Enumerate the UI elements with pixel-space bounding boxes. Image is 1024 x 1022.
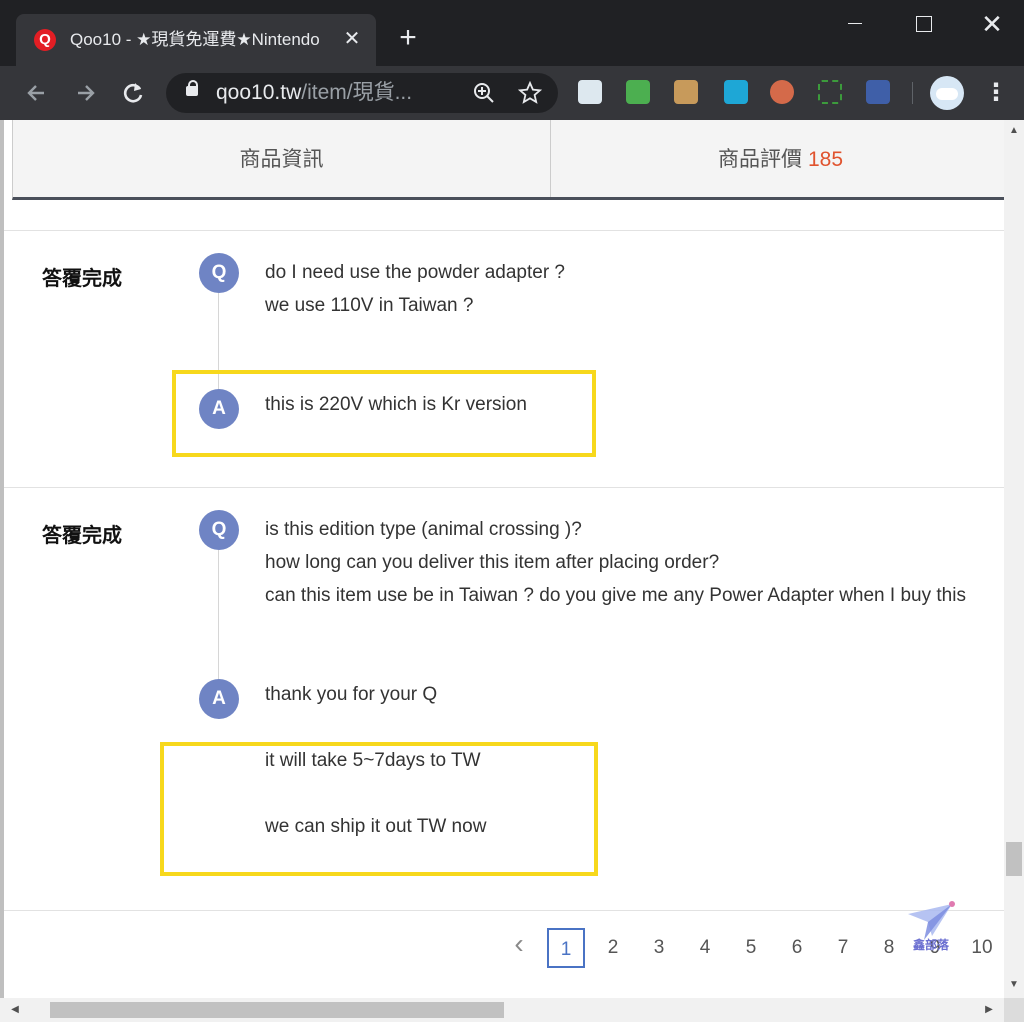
extension-mail-icon[interactable] <box>626 80 650 104</box>
scrollbar-corner <box>1004 998 1024 1022</box>
divider <box>4 230 1004 231</box>
question-line: do I need use the powder adapter ? <box>265 262 566 283</box>
watermark-logo: 鑫部落 <box>900 896 962 958</box>
minimize-button[interactable] <box>840 10 870 40</box>
question-line: is this edition type (animal crossing )? <box>265 519 582 540</box>
question-badge: Q <box>199 253 239 293</box>
qoo10-favicon-icon: Q <box>34 29 56 51</box>
answer-badge: A <box>199 679 239 719</box>
browser-toolbar: qoo10.tw/item/現貨... ⋮ <box>0 66 1024 120</box>
extension-search-icon[interactable] <box>866 80 890 104</box>
tab-product-info[interactable]: 商品資訊 <box>13 120 551 197</box>
divider <box>4 487 1004 488</box>
question-line: can this item use be in Taiwan ? do you … <box>265 585 966 606</box>
star-icon <box>517 80 543 104</box>
page-7-button[interactable]: 7 <box>824 928 862 968</box>
tab-close-icon[interactable]: ✕ <box>342 28 362 50</box>
pagination: ‹ 1 2 3 4 5 6 7 8 9 10 <box>4 918 1004 970</box>
vertical-scroll-thumb[interactable] <box>1006 842 1022 876</box>
horizontal-scrollbar[interactable]: ◀ ▶ <box>0 998 1004 1022</box>
magnifier-plus-icon <box>474 83 494 103</box>
divider <box>4 910 1004 911</box>
extension-note-icon[interactable] <box>578 80 602 104</box>
zoom-icon[interactable] <box>472 81 496 105</box>
page-content: 商品資訊 商品評價 185 答覆完成 Q do I need use the po… <box>0 120 1004 998</box>
scroll-down-arrow-icon[interactable]: ▼ <box>1004 978 1024 992</box>
page-5-button[interactable]: 5 <box>732 928 770 968</box>
tab-product-info-label: 商品資訊 <box>239 148 324 171</box>
maximize-button[interactable] <box>908 10 938 40</box>
address-bar[interactable]: qoo10.tw/item/現貨... <box>166 73 558 113</box>
extension-face-icon[interactable] <box>770 80 794 104</box>
page-3-button[interactable]: 3 <box>640 928 678 968</box>
page-10-button[interactable]: 10 <box>963 928 1001 968</box>
question-line: we use 110V in Taiwan ? <box>265 295 474 316</box>
tab-product-reviews[interactable]: 商品評價 185 <box>552 120 1004 197</box>
page-6-button[interactable]: 6 <box>778 928 816 968</box>
arrow-left-icon <box>27 85 44 101</box>
highlight-box <box>172 370 596 457</box>
vertical-scrollbar[interactable]: ▲ ▼ <box>1004 120 1024 998</box>
answer-status: 答覆完成 <box>42 523 122 547</box>
scroll-right-arrow-icon[interactable]: ▶ <box>982 1002 996 1018</box>
review-count-badge: 185 <box>807 148 844 171</box>
close-window-button[interactable]: ✕ <box>977 10 1007 40</box>
new-tab-button[interactable]: + <box>394 23 422 53</box>
answer-line: thank you for your Q <box>265 684 438 705</box>
arrow-right-icon <box>78 85 95 101</box>
horizontal-scroll-thumb[interactable] <box>50 1002 504 1018</box>
scroll-up-arrow-icon[interactable]: ▲ <box>1004 124 1024 138</box>
tab-product-reviews-label: 商品評價 <box>717 148 802 171</box>
page-1-button[interactable]: 1 <box>547 928 585 968</box>
back-button[interactable] <box>22 78 52 108</box>
question-line: how long can you deliver this item after… <box>265 552 720 573</box>
answer-status: 答覆完成 <box>42 266 122 290</box>
menu-kebab-icon[interactable]: ⋮ <box>984 78 1008 108</box>
url-path: /item/現貨... <box>301 81 413 104</box>
reload-button[interactable] <box>118 78 148 108</box>
url-host: qoo10.tw <box>216 81 302 104</box>
watermark-text: 鑫部落 <box>912 938 949 952</box>
tab-title: Qoo10 - ★現貨免運費★Nintendo <box>70 30 320 49</box>
page-2-button[interactable]: 2 <box>594 928 632 968</box>
extension-screenshot-icon[interactable] <box>818 80 842 104</box>
qa-connector-line <box>218 550 219 680</box>
extension-share-icon[interactable] <box>724 80 748 104</box>
product-tabs: 商品資訊 商品評價 185 <box>12 120 1004 200</box>
scroll-left-arrow-icon[interactable]: ◀ <box>8 1002 22 1018</box>
highlight-box <box>160 742 598 876</box>
lock-icon <box>186 80 198 96</box>
reload-icon <box>123 83 143 103</box>
profile-avatar[interactable] <box>930 76 964 110</box>
extension-box-icon[interactable] <box>674 80 698 104</box>
previous-page-button[interactable]: ‹ <box>508 930 530 960</box>
question-badge: Q <box>199 510 239 550</box>
bookmark-star-icon[interactable] <box>517 80 543 105</box>
toolbar-separator <box>912 82 913 104</box>
page-4-button[interactable]: 4 <box>686 928 724 968</box>
url-text: qoo10.tw/item/現貨... <box>216 82 412 104</box>
forward-button[interactable] <box>70 78 100 108</box>
browser-titlebar: Q Qoo10 - ★現貨免運費★Nintendo ✕ + ✕ <box>0 0 1024 66</box>
browser-tab[interactable]: Q Qoo10 - ★現貨免運費★Nintendo ✕ <box>16 14 376 66</box>
